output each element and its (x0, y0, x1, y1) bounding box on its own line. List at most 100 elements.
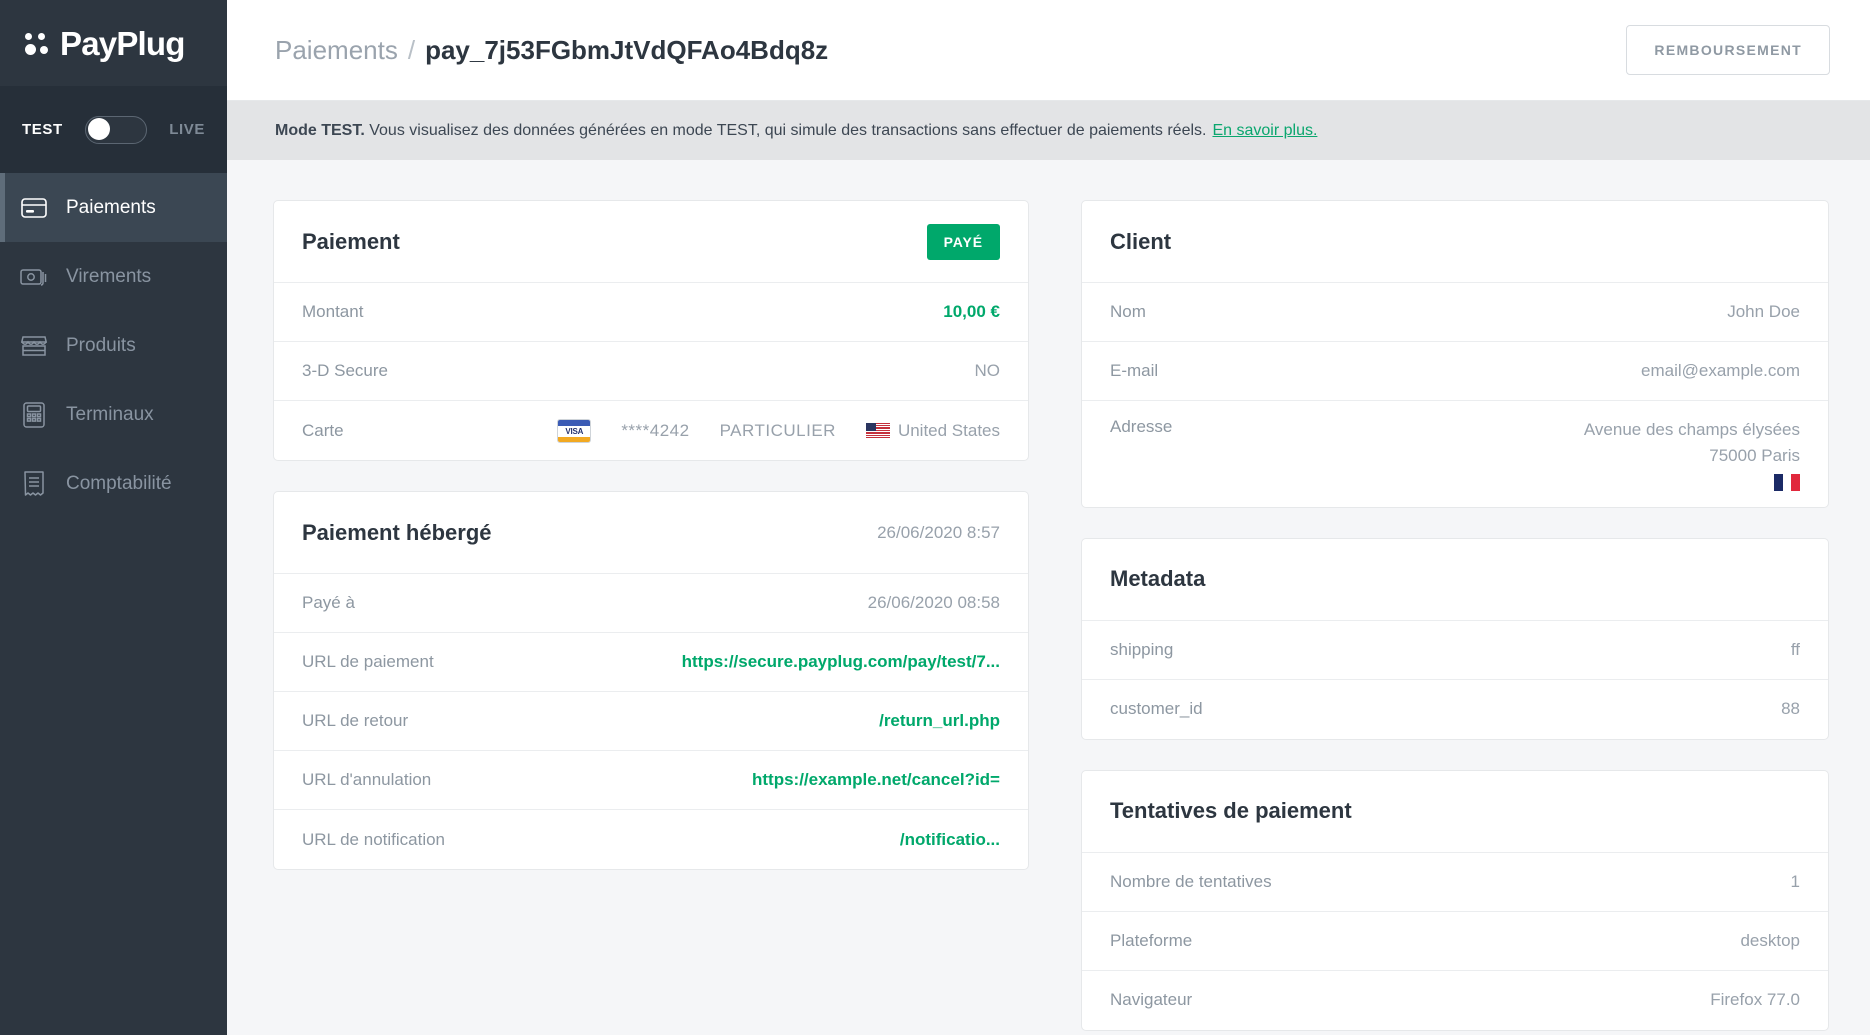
row-key: URL de retour (302, 711, 409, 730)
sidebar-item-label: Terminaux (66, 403, 154, 425)
sidebar: PayPlug TEST LIVE Paiements Virements Pr… (0, 0, 227, 1035)
status-badge: PAYÉ (926, 223, 1000, 260)
brand-logo[interactable]: PayPlug (0, 0, 227, 86)
client-address-value: Avenue des champs élysées 75000 Paris (1584, 417, 1800, 491)
hosted-payment-card: Paiement hébergé 26/06/2020 8:57 Payé à … (273, 491, 1029, 870)
row-key: customer_id (1110, 699, 1203, 719)
breadcrumb-current: pay_7j53FGbmJtVdQFAo4Bdq8z (425, 34, 829, 65)
row-value-3ds: NO (974, 361, 1001, 380)
visa-icon: VISA (557, 418, 592, 443)
return-url-link[interactable]: /return_url.php (879, 711, 1000, 731)
table-row: 3-D Secure NO (274, 342, 1028, 401)
table-row: shipping ff (1082, 621, 1828, 680)
address-country-flag (1584, 473, 1800, 491)
banner-strong: Mode TEST. (275, 121, 365, 139)
cancel-url-link[interactable]: https://example.net/cancel?id= (752, 770, 1000, 790)
sidebar-item-comptabilite[interactable]: Comptabilité (0, 449, 227, 518)
row-key: URL de notification (302, 829, 446, 849)
table-row: Nombre de tentatives 1 (1082, 853, 1828, 912)
content-area: Paiement PAYÉ Montant 10,00 € 3-D Secure… (227, 160, 1870, 1035)
row-value: ff (1790, 639, 1800, 659)
address-line-1: Avenue des champs élysées (1583, 420, 1800, 439)
topbar: Paiements / pay_7j53FGbmJtVdQFAo4Bdq8z R… (227, 0, 1870, 101)
card-details-group: VISA ****4242 PARTICULIER United States (557, 418, 1000, 443)
hosted-card-timestamp: 26/06/2020 8:57 (877, 522, 1000, 542)
hosted-card-title: Paiement hébergé (302, 519, 492, 545)
client-card-title: Client (1110, 228, 1172, 254)
sidebar-item-label: Produits (66, 334, 136, 356)
metadata-card-title: Metadata (1110, 566, 1206, 592)
masked-card-number: ****4242 (621, 420, 690, 440)
hosted-card-header: Paiement hébergé 26/06/2020 8:57 (274, 492, 1028, 574)
browser-value: Firefox 77.0 (1710, 990, 1800, 1010)
payment-card-header: Paiement PAYÉ (274, 201, 1028, 283)
row-key: shipping (1110, 639, 1174, 659)
visa-wordmark: VISA (565, 426, 584, 436)
table-row: customer_id 88 (1082, 680, 1828, 739)
table-row: Navigateur Firefox 77.0 (1082, 971, 1828, 1030)
table-row: Payé à 26/06/2020 08:58 (274, 574, 1028, 633)
refund-button[interactable]: REMBOURSEMENT (1626, 25, 1830, 75)
card-details-row: Carte VISA ****4242 PARTICULIER United S… (274, 401, 1028, 460)
sidebar-item-produits[interactable]: Produits (0, 311, 227, 380)
row-key: URL de paiement (302, 652, 434, 671)
card-country: United States (865, 420, 1000, 441)
row-key: Montant (302, 302, 364, 321)
sidebar-item-label: Comptabilité (66, 472, 172, 494)
attempts-card-title: Tentatives de paiement (1110, 798, 1352, 824)
table-row: Plateforme desktop (1082, 912, 1828, 971)
address-line-2: 75000 Paris (1709, 446, 1800, 466)
sidebar-item-label: Paiements (66, 196, 156, 218)
toggle-knob (87, 118, 110, 140)
attempts-card-header: Tentatives de paiement (1082, 771, 1828, 853)
row-key: 3-D Secure (302, 361, 388, 380)
row-value: 88 (1781, 699, 1800, 719)
notification-url-link[interactable]: /notificatio... (900, 830, 1000, 850)
metadata-card: Metadata shipping ff customer_id 88 (1081, 537, 1829, 740)
table-row: URL de paiement https://secure.payplug.c… (274, 633, 1028, 692)
row-key: Adresse (1110, 417, 1173, 436)
right-column: Client Nom John Doe E-mail email@example… (1081, 200, 1829, 1035)
test-mode-banner: Mode TEST. Vous visualisez des données g… (227, 101, 1870, 160)
metadata-card-header: Metadata (1082, 539, 1828, 621)
sidebar-item-virements[interactable]: Virements (0, 242, 227, 311)
sidebar-nav: Paiements Virements Produits Terminaux C… (0, 173, 227, 518)
payment-url-link[interactable]: https://secure.payplug.com/pay/test/7... (682, 652, 1000, 672)
breadcrumb: Paiements / pay_7j53FGbmJtVdQFAo4Bdq8z (275, 35, 828, 66)
table-row: E-mail email@example.com (1082, 342, 1828, 401)
row-key: Navigateur (1110, 990, 1193, 1010)
mode-switcher: TEST LIVE (0, 86, 227, 173)
flag-fr-icon (1774, 473, 1800, 491)
sidebar-item-terminaux[interactable]: Terminaux (0, 380, 227, 449)
table-row: Nom John Doe (1082, 283, 1828, 342)
row-key: URL d'annulation (302, 770, 432, 789)
mode-test-label: TEST (22, 121, 63, 138)
row-key: Payé à (302, 593, 355, 612)
client-card-header: Client (1082, 201, 1828, 283)
sidebar-item-paiements[interactable]: Paiements (0, 173, 227, 242)
card-holder-type: PARTICULIER (719, 420, 836, 440)
banner-learn-more-link[interactable]: En savoir plus. (1212, 122, 1317, 140)
table-row: URL de notification /notificatio... (274, 810, 1028, 869)
app-root: PayPlug TEST LIVE Paiements Virements Pr… (0, 0, 1870, 1035)
table-row: Montant 10,00 € (274, 283, 1028, 342)
table-row: URL de retour /return_url.php (274, 692, 1028, 751)
payment-card-title: Paiement (302, 228, 400, 254)
client-name-value: John Doe (1727, 302, 1800, 321)
invoice-icon (14, 470, 54, 497)
client-address-row: Adresse Avenue des champs élysées 75000 … (1082, 401, 1828, 507)
table-row: URL d'annulation https://example.net/can… (274, 751, 1028, 810)
breadcrumb-parent-link[interactable]: Paiements (275, 35, 398, 66)
payplug-dots-icon (25, 30, 51, 56)
banner-text: Vous visualisez des données générées en … (369, 121, 1207, 139)
row-key: E-mail (1110, 361, 1159, 380)
row-value: 26/06/2020 08:58 (867, 593, 1000, 612)
attempts-count-value: 1 (1790, 871, 1800, 891)
country-name: United States (897, 420, 1000, 440)
mode-live-label: LIVE (169, 121, 205, 138)
row-key: Nombre de tentatives (1110, 871, 1272, 891)
client-email-value: email@example.com (1641, 361, 1800, 380)
row-key: Carte (302, 420, 344, 440)
flag-us-icon (865, 422, 890, 439)
test-live-toggle[interactable] (84, 115, 147, 144)
